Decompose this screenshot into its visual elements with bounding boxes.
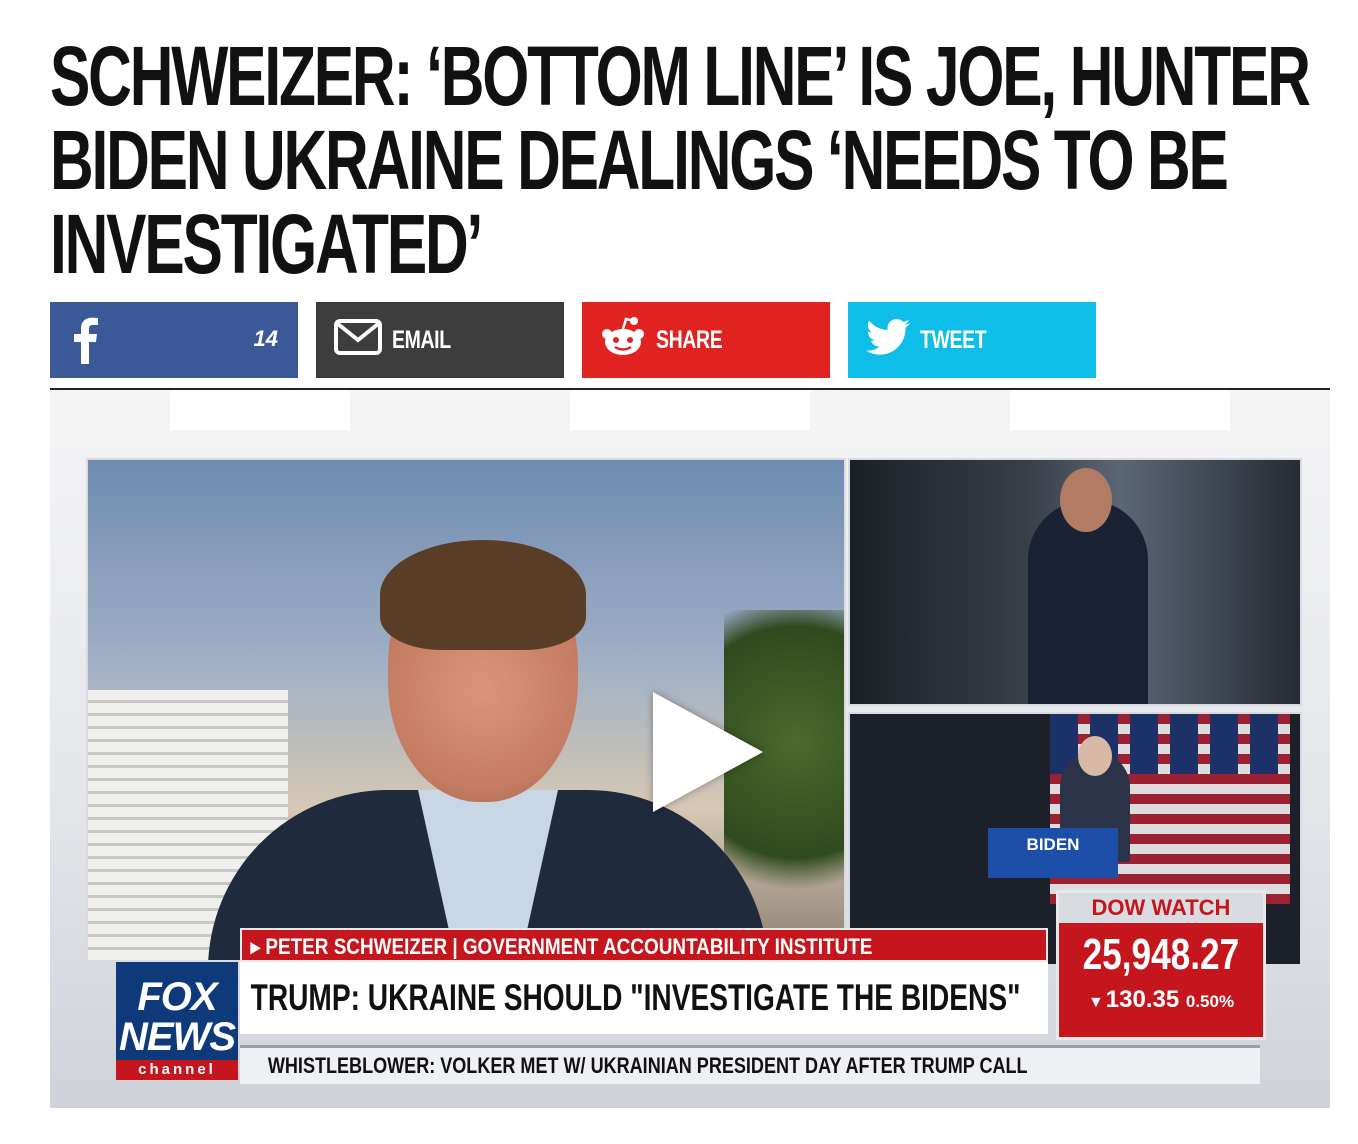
chyron-name: PETER SCHWEIZER: [265, 934, 448, 959]
email-share-button[interactable]: EMAIL: [316, 302, 564, 378]
reddit-icon: [600, 316, 646, 365]
facebook-share-button[interactable]: 14: [50, 302, 298, 378]
envelope-icon: [334, 318, 382, 362]
news-ticker: WHISTLEBLOWER: VOLKER MET W/ UKRAINIAN P…: [240, 1045, 1260, 1084]
studio-light: [570, 390, 810, 430]
twitter-bird-icon: [866, 318, 910, 362]
chyron-name-bar: ▸ PETER SCHWEIZER | GOVERNMENT ACCOUNTABIL…: [240, 928, 1048, 962]
facebook-icon: [72, 314, 98, 371]
ticker-text: WHISTLEBLOWER: VOLKER MET W/ UKRAINIAN P…: [267, 1053, 1028, 1078]
email-label: EMAIL: [392, 325, 451, 354]
down-arrow-icon: ▼: [1087, 994, 1104, 1011]
chyron-headline: TRUMP: UKRAINE SHOULD "INVESTIGATE THE B…: [250, 977, 1021, 1018]
play-icon[interactable]: [653, 692, 763, 812]
chyron-title: GOVERNMENT ACCOUNTABILITY INSTITUTE: [462, 934, 873, 959]
fox-news-logo: FOX NEWS channel: [116, 962, 238, 1080]
dow-title: DOW WATCH: [1059, 893, 1263, 923]
twitter-share-button[interactable]: TWEET: [848, 302, 1096, 378]
dow-percent: 0.50%: [1185, 992, 1235, 1011]
inset-video-top: [848, 458, 1302, 706]
studio-light: [170, 390, 350, 430]
video-player[interactable]: BIDEN ▸ PETER SCHWEIZER | GOVERNMENT ACCOU…: [50, 388, 1330, 1108]
tweet-label: TWEET: [920, 325, 987, 354]
studio-light: [1010, 390, 1230, 430]
share-label: SHARE: [656, 325, 723, 354]
chyron-headline-bar: TRUMP: UKRAINE SHOULD "INVESTIGATE THE B…: [240, 962, 1048, 1034]
dow-value: 25,948.27: [1082, 930, 1240, 979]
dow-watch-box: DOW WATCH 25,948.27 ▼130.35 0.50%: [1056, 890, 1266, 1040]
article-headline: SCHWEIZER: ‘BOTTOM LINE’ IS JOE, HUNTER …: [50, 29, 1311, 291]
facebook-share-count: 14: [253, 326, 278, 351]
podium-sign: BIDEN: [988, 828, 1118, 878]
reddit-share-button[interactable]: SHARE: [582, 302, 830, 378]
dow-change: 130.35: [1105, 986, 1180, 1013]
